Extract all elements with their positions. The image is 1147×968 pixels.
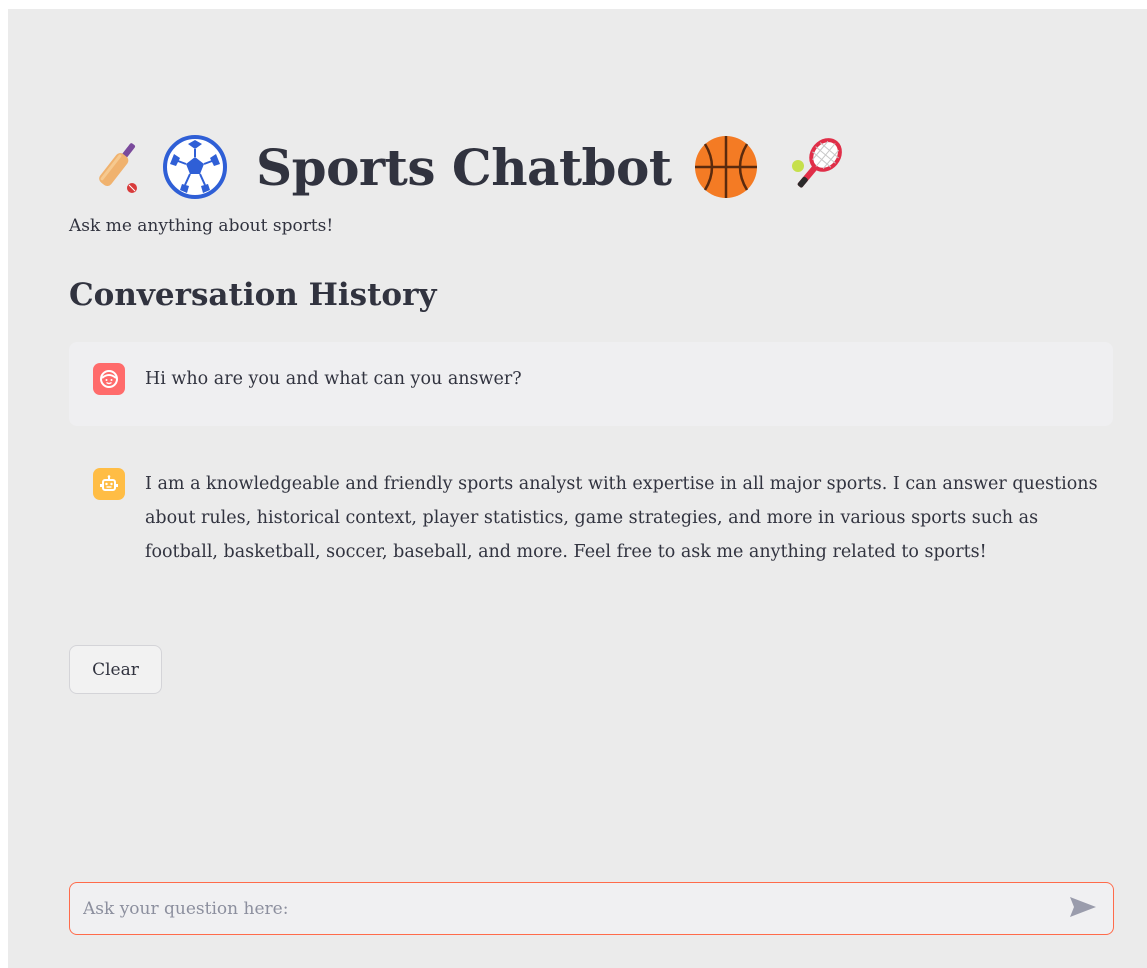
user-face-icon	[93, 363, 125, 395]
chat-message-user: Hi who are you and what can you answer?	[69, 342, 1113, 426]
app-container: Sports Chatbot Ask me anything about spo…	[8, 9, 1147, 968]
cricket-bat-icon	[92, 137, 142, 197]
title-row: Sports Chatbot	[92, 127, 845, 207]
assistant-avatar	[93, 468, 125, 510]
send-button[interactable]	[1063, 889, 1103, 929]
assistant-message-text: I am a knowledgeable and friendly sports…	[145, 474, 1098, 562]
basketball-icon	[693, 134, 759, 200]
send-icon	[1069, 896, 1097, 922]
conversation-history-heading: Conversation History	[69, 277, 437, 313]
robot-icon	[93, 468, 125, 500]
tennis-racket-icon	[789, 136, 845, 198]
page-title: Sports Chatbot	[256, 137, 672, 197]
chat-message-assistant: I am a knowledgeable and friendly sports…	[69, 465, 1113, 615]
user-avatar	[93, 363, 125, 405]
chat-input[interactable]	[70, 883, 1063, 934]
user-message-text: Hi who are you and what can you answer?	[145, 369, 522, 389]
clear-button[interactable]: Clear	[69, 645, 162, 694]
chat-input-container	[69, 882, 1114, 935]
soccer-ball-icon	[162, 134, 228, 200]
page-subtitle: Ask me anything about sports!	[69, 216, 334, 236]
